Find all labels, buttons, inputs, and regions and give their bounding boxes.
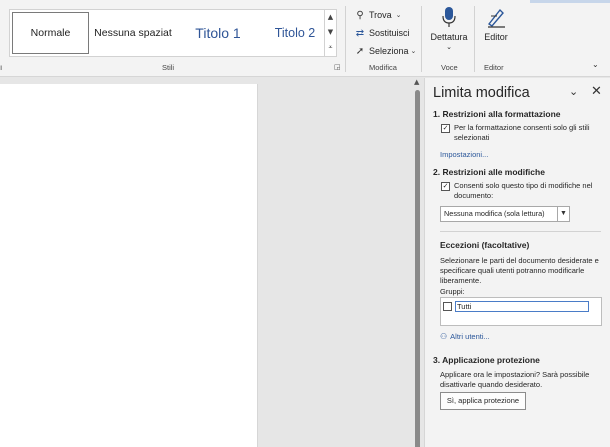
pane-options-chevron-icon[interactable]: ⌄ <box>569 85 578 98</box>
styles-gallery: Normale Nessuna spaziat Titolo 1 Titolo … <box>9 9 337 57</box>
protection-description: Applicare ora le impostazioni? Sarà poss… <box>440 370 590 389</box>
section-editing-heading: 2. Restrizioni alle modifiche <box>433 167 545 177</box>
group-label-editor: Editor <box>484 63 504 72</box>
sostituisci-label: Sostituisci <box>369 28 410 38</box>
gallery-more-icon[interactable]: ⩡ <box>325 40 336 55</box>
editor-button[interactable]: Editor <box>480 6 512 42</box>
chevron-down-icon: ⌄ <box>395 12 402 19</box>
editing-restriction-checkbox[interactable]: ✓ <box>441 182 450 191</box>
editor-label: Editor <box>484 32 508 42</box>
document-page[interactable] <box>0 84 258 447</box>
style-normale[interactable]: Normale <box>12 12 89 54</box>
document-area <box>0 78 413 447</box>
impostazioni-link[interactable]: Impostazioni... <box>440 150 488 159</box>
scroll-up-icon[interactable]: ▲ <box>414 78 419 86</box>
style-nessuna-spaziatura[interactable]: Nessuna spaziat <box>92 12 174 54</box>
replace-icon: ⇄ <box>355 27 365 39</box>
formatting-restriction-row: ✓ Per la formattazione consenti solo gli… <box>441 123 604 143</box>
group-label-stili: Stili <box>162 63 175 72</box>
exceptions-description: Selezionare le parti del documento desid… <box>440 256 599 285</box>
editor-pen-icon <box>487 8 505 28</box>
dettatura-label: Dettatura <box>430 32 468 42</box>
altri-utenti-label: Altri utenti... <box>450 332 490 341</box>
section-divider <box>440 231 601 232</box>
section-protection-heading: 3. Applicazione protezione <box>433 355 540 365</box>
groups-label: Gruppi: <box>440 287 465 296</box>
group-row: Tutti <box>443 301 589 312</box>
sostituisci-button[interactable]: ⇄ Sostituisci <box>354 25 410 41</box>
trova-label: Trova <box>369 10 392 20</box>
altri-utenti-link[interactable]: ⚇ Altri utenti... <box>440 332 490 341</box>
search-icon: ⚲ <box>356 9 364 21</box>
microphone-icon <box>442 7 456 27</box>
group-tutti-label[interactable]: Tutti <box>455 301 589 312</box>
formatting-restriction-checkbox[interactable]: ✓ <box>441 124 450 133</box>
gallery-scroll-up-icon[interactable]: ▲ <box>325 10 336 25</box>
trova-button[interactable]: ⚲ Trova ⌄ <box>354 7 402 23</box>
collapse-ribbon-icon[interactable]: ⌄ <box>592 60 599 69</box>
pane-title: Limita modifica <box>433 85 530 101</box>
ribbon: Normale Nessuna spaziat Titolo 1 Titolo … <box>0 0 610 77</box>
ribbon-accent-line <box>530 0 610 3</box>
chevron-down-icon: ⌄ <box>446 44 452 51</box>
editing-type-select[interactable]: Nessuna modifica (sola lettura) <box>440 206 569 222</box>
group-separator <box>474 6 475 72</box>
cursor-arrow-icon: ➚ <box>355 45 365 57</box>
group-separator <box>421 6 422 72</box>
users-icon: ⚇ <box>440 332 448 341</box>
group-separator <box>345 6 346 72</box>
gallery-scroll: ▲ ▼ ⩡ <box>324 10 336 56</box>
chevron-down-icon: ⌄ <box>410 48 417 55</box>
editing-restriction-row: ✓ Consenti solo questo tipo di modifiche… <box>441 181 604 201</box>
formatting-restriction-label: Per la formattazione consenti solo gli s… <box>454 123 590 142</box>
apply-protection-button[interactable]: Sì, applica protezione <box>440 392 526 410</box>
dettatura-button[interactable]: Dettatura ⌄ <box>428 6 470 51</box>
close-icon[interactable]: ✕ <box>591 83 602 99</box>
seleziona-button[interactable]: ➚ Seleziona ⌄ <box>354 43 417 59</box>
section-formatting-heading: 1. Restrizioni alla formattazione <box>433 109 561 119</box>
groups-list: Tutti <box>440 297 602 326</box>
group-tutti-checkbox[interactable] <box>443 302 452 311</box>
styles-dialog-launcher-icon[interactable]: ◲ <box>334 63 341 71</box>
group-label-modifica: Modifica <box>369 63 397 72</box>
restrict-editing-pane: Limita modifica ⌄ ✕ 1. Restrizioni alla … <box>424 78 610 447</box>
chevron-down-icon[interactable]: ▼ <box>557 206 570 222</box>
editing-restriction-label: Consenti solo questo tipo di modifiche n… <box>454 181 593 200</box>
scrollbar-thumb[interactable] <box>415 90 420 447</box>
gallery-scroll-down-icon[interactable]: ▼ <box>325 25 336 40</box>
style-titolo-1[interactable]: Titolo 1 <box>178 12 258 54</box>
group-label-voce: Voce <box>441 63 458 72</box>
seleziona-label: Seleziona <box>369 46 409 56</box>
style-titolo-2[interactable]: Titolo 2 <box>260 12 330 54</box>
ribbon-group-launcher-left-icon[interactable]: ı <box>0 63 2 72</box>
exceptions-heading: Eccezioni (facoltative) <box>440 240 530 250</box>
vertical-scrollbar[interactable]: ▲ <box>413 78 423 447</box>
